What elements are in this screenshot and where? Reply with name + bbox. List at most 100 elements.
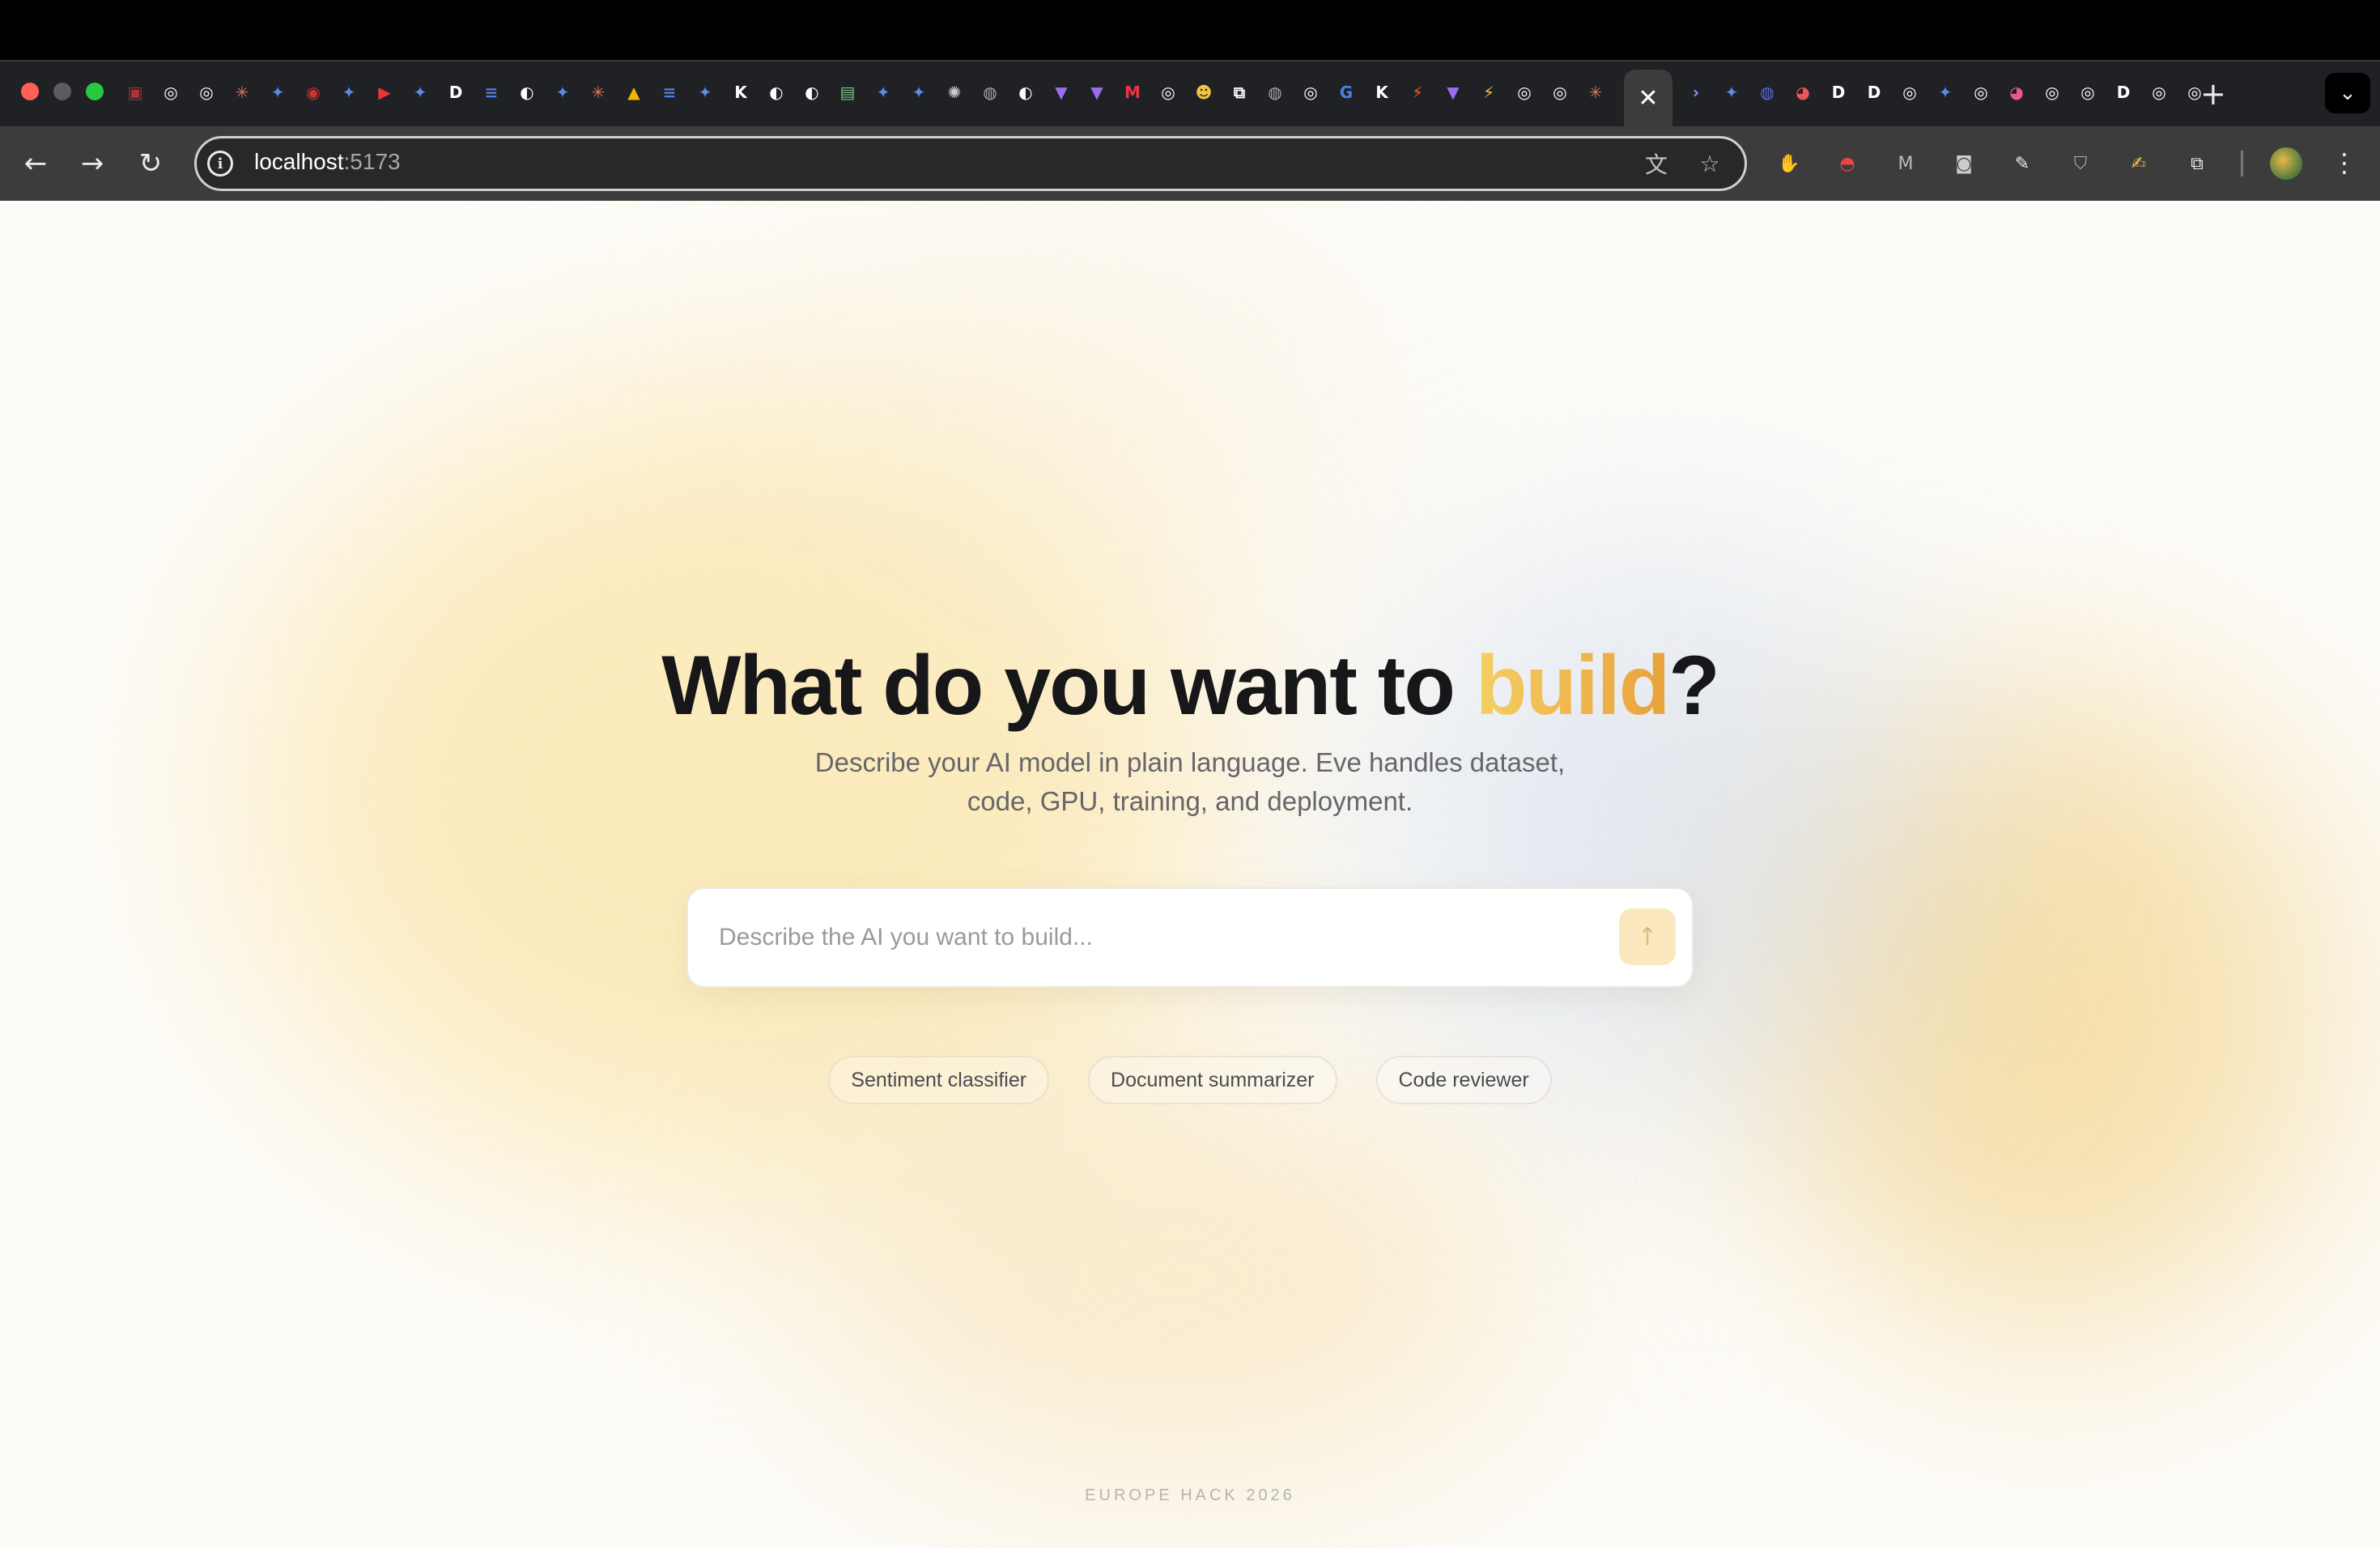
tab-favicon-icon[interactable]: ✦ xyxy=(1719,80,1744,104)
suggestion-chip[interactable]: Document summarizer xyxy=(1088,1056,1337,1104)
tab-favicon-icon[interactable]: ✦ xyxy=(337,80,361,104)
maximize-window-button[interactable] xyxy=(86,83,104,100)
suggestion-chip[interactable]: Sentiment classifier xyxy=(828,1056,1050,1104)
tab-favicon-icon[interactable]: ≡ xyxy=(657,80,682,104)
forward-button[interactable]: → xyxy=(74,146,110,181)
tab-favicon-icon[interactable]: ▤ xyxy=(835,80,860,104)
arrow-up-icon: ↑ xyxy=(1637,922,1658,951)
tab-favicon-icon[interactable]: ◎ xyxy=(159,80,183,104)
tab-favicon-icon[interactable]: ✦ xyxy=(693,80,717,104)
tab-favicon-icon[interactable]: ▶ xyxy=(372,80,397,104)
note-extension-icon[interactable]: ✍ xyxy=(2124,149,2153,178)
tab-favicon-icon[interactable]: D xyxy=(1826,80,1851,104)
close-tab-icon[interactable]: ✕ xyxy=(1638,84,1658,113)
puzzle-extension-icon[interactable]: ⧉ xyxy=(2182,149,2212,178)
tab-favicon-icon[interactable]: ◍ xyxy=(1755,80,1779,104)
tab-favicon-icon[interactable]: ◐ xyxy=(800,80,824,104)
tab-favicon-icon[interactable]: ◎ xyxy=(1969,80,1993,104)
tab-favicon-icon[interactable]: ≡ xyxy=(479,80,504,104)
tab-favicon-icon[interactable]: ◐ xyxy=(1014,80,1038,104)
address-bar[interactable] xyxy=(194,136,1747,191)
tab-favicon-icon[interactable]: ✺ xyxy=(942,80,967,104)
tab-favicon-icon[interactable]: ◎ xyxy=(2040,80,2064,104)
tab-favicon-icon[interactable]: ▼ xyxy=(1085,80,1109,104)
tab-favicon-icon[interactable]: ▲ xyxy=(622,80,646,104)
camera-extension-icon[interactable]: ◙ xyxy=(1949,149,1978,178)
tab-favicon-icon[interactable]: ✳ xyxy=(586,80,610,104)
tab-favicon-icon[interactable]: ◍ xyxy=(1263,80,1287,104)
translate-icon[interactable]: ⽂ xyxy=(1642,149,1671,178)
address-url[interactable]: localhost:5173 xyxy=(254,149,401,175)
tab-search-button[interactable]: ⌄ xyxy=(2325,73,2370,113)
hero-title-accent: build xyxy=(1475,639,1670,733)
tab-favicon-icon[interactable]: ◕ xyxy=(1791,80,1815,104)
tab-favicon-icon[interactable]: ◎ xyxy=(1512,80,1536,104)
browser-menu-icon[interactable]: ⋮ xyxy=(2331,147,2357,178)
tab-favicon-icon[interactable]: ◐ xyxy=(515,80,539,104)
background-glow xyxy=(810,1075,1538,1480)
tab-favicon-icon[interactable]: ⚡ xyxy=(1477,80,1501,104)
footer-note: EUROPE HACK 2026 xyxy=(1085,1486,1295,1504)
eyedropper-extension-icon[interactable]: ✎ xyxy=(2008,149,2037,178)
tab-favicon-icon[interactable]: ✦ xyxy=(1933,80,1957,104)
tab-favicon-icon[interactable]: ✦ xyxy=(871,80,895,104)
send-button[interactable]: ↑ xyxy=(1619,908,1676,965)
tab-favicon-icon[interactable]: ✦ xyxy=(408,80,432,104)
toolbar-divider xyxy=(2241,151,2243,176)
url-host: localhost xyxy=(254,149,344,174)
bookmark-star-icon[interactable]: ☆ xyxy=(1695,149,1724,178)
tab-favicon-icon[interactable]: ✦ xyxy=(907,80,931,104)
m-extension-icon[interactable]: M xyxy=(1891,149,1920,178)
tab-list-left: ▣ ◎ ◎ ✳ ✦ ◉ ✦ ▶ ✦ D ≡ ◐ ✦ ✳ ▲ ≡ ✦ K ◐ ◐ ▤ ✦ ✦ ✺ ◍ ◐ ▼ ▼ M ◎ ☻ ⧉ ◍ ◎ G K ⚡ ▼ ⚡ ◎… xyxy=(123,78,1619,107)
tab-favicon-icon[interactable]: K xyxy=(729,80,753,104)
macos-menubar xyxy=(0,0,2380,60)
tab-favicon-icon[interactable]: ✦ xyxy=(550,80,575,104)
hero-title-prefix: What do you want to xyxy=(661,639,1476,733)
tab-favicon-icon[interactable]: ◐ xyxy=(764,80,788,104)
tab-favicon-icon[interactable]: ✳ xyxy=(230,80,254,104)
tab-favicon-icon[interactable]: ▼ xyxy=(1049,80,1073,104)
tab-favicon-icon[interactable]: ◉ xyxy=(301,80,325,104)
prompt-input[interactable] xyxy=(719,913,1545,962)
tab-favicon-icon[interactable]: ◎ xyxy=(1898,80,1922,104)
tab-favicon-icon[interactable]: D xyxy=(2111,80,2136,104)
tab-favicon-icon[interactable]: ✳ xyxy=(1583,80,1608,104)
hero-title: What do you want to build? xyxy=(0,638,2380,734)
back-button[interactable]: ← xyxy=(18,146,53,181)
active-tab[interactable]: ✕ xyxy=(1624,70,1672,126)
new-tab-button[interactable]: + xyxy=(2200,76,2226,112)
tab-favicon-icon[interactable]: ◎ xyxy=(194,80,219,104)
close-window-button[interactable] xyxy=(21,83,39,100)
tab-favicon-icon[interactable]: ◎ xyxy=(2147,80,2171,104)
suggestion-list: Sentiment classifier Document summarizer… xyxy=(0,1056,2380,1104)
shield-extension-icon[interactable]: ⛉ xyxy=(2066,149,2095,178)
tab-favicon-icon[interactable]: ▼ xyxy=(1441,80,1465,104)
tab-favicon-icon[interactable]: D xyxy=(1862,80,1886,104)
tab-favicon-icon[interactable]: K xyxy=(1370,80,1394,104)
background-glow xyxy=(810,233,1376,638)
tab-favicon-icon[interactable]: D xyxy=(444,80,468,104)
tab-favicon-icon[interactable]: G xyxy=(1334,80,1358,104)
hand-extension-icon[interactable]: ✋ xyxy=(1774,149,1804,178)
minimize-window-button[interactable] xyxy=(53,83,71,100)
tab-favicon-icon[interactable]: M xyxy=(1120,80,1145,104)
tab-favicon-icon[interactable]: ◎ xyxy=(1156,80,1180,104)
hero-subtitle: Describe your AI model in plain language… xyxy=(814,747,1566,816)
tab-favicon-icon[interactable]: ⧉ xyxy=(1227,80,1252,104)
suggestion-chip[interactable]: Code reviewer xyxy=(1375,1056,1552,1104)
tab-favicon-icon[interactable]: ◕ xyxy=(2004,80,2029,104)
tab-favicon-icon[interactable]: › xyxy=(1684,80,1708,104)
tab-list-right: › ✦ ◍ ◕ D D ◎ ✦ ◎ ◕ ◎ ◎ D ◎ ◎ xyxy=(1684,78,2218,107)
tab-favicon-icon[interactable]: ☻ xyxy=(1192,80,1216,104)
tab-favicon-icon[interactable]: ✦ xyxy=(266,80,290,104)
pokeball-extension-icon[interactable]: ◓ xyxy=(1833,149,1862,178)
tab-favicon-icon[interactable]: ◎ xyxy=(1298,80,1323,104)
tab-favicon-icon[interactable]: ◎ xyxy=(2076,80,2100,104)
site-info-icon[interactable]: i xyxy=(207,151,233,176)
tab-favicon-icon[interactable]: ⚡ xyxy=(1405,80,1430,104)
tab-favicon-icon[interactable]: ◍ xyxy=(978,80,1002,104)
tab-favicon-icon[interactable]: ◎ xyxy=(1548,80,1572,104)
profile-avatar[interactable] xyxy=(2270,147,2302,180)
tab-favicon-icon[interactable]: ▣ xyxy=(123,80,147,104)
reload-button[interactable]: ↻ xyxy=(133,146,168,181)
